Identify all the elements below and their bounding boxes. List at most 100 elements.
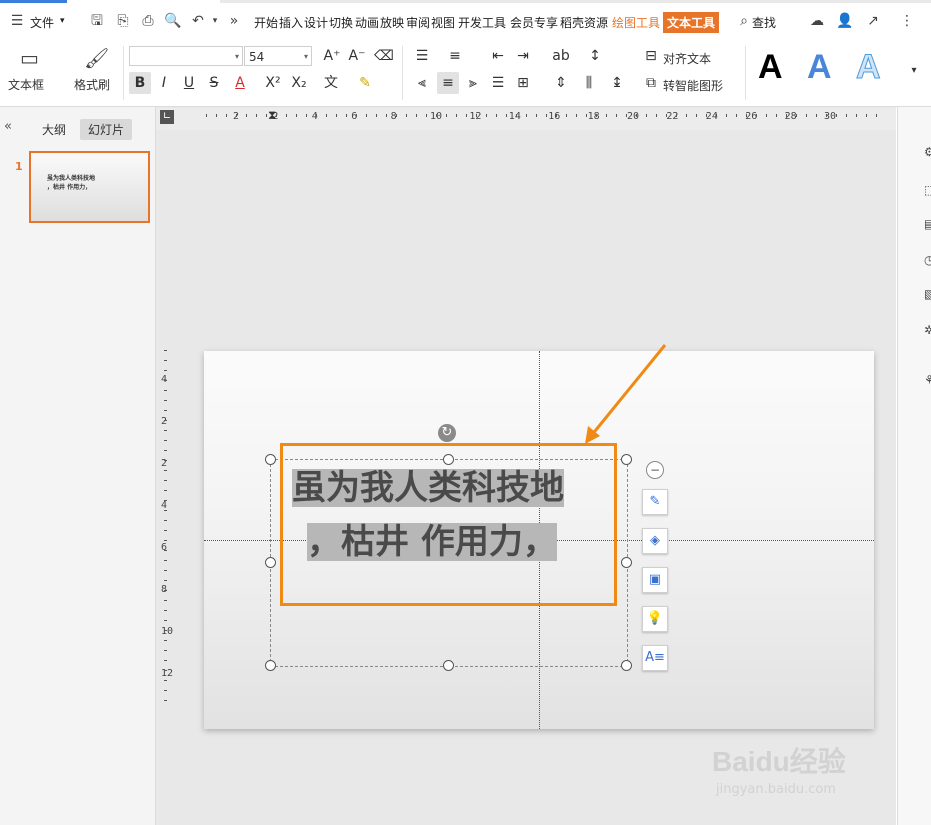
resize-handle-e[interactable] xyxy=(621,557,632,568)
select-icon[interactable]: ⬚ xyxy=(924,183,931,197)
resize-handle-nw[interactable] xyxy=(265,454,276,465)
tab-drawing-tools[interactable]: 绘图工具 xyxy=(612,14,660,31)
text-style-blue-icon[interactable]: A xyxy=(807,48,832,87)
highlight-color-icon[interactable]: ✎ xyxy=(354,72,376,94)
layer-icon[interactable]: ▤ xyxy=(924,217,931,231)
file-menu[interactable]: 文件 xyxy=(30,14,54,31)
resize-handle-se[interactable] xyxy=(621,660,632,671)
bullet-list-icon[interactable]: ☰ xyxy=(411,45,433,67)
line-spacing-icon[interactable]: ↕ xyxy=(584,45,606,67)
collapse-panel-icon[interactable]: « xyxy=(4,119,12,134)
bold-button[interactable]: B xyxy=(129,72,151,94)
hamburger-icon[interactable]: ☰ xyxy=(8,12,26,30)
text-direction-icon[interactable]: ab xyxy=(550,45,572,67)
tab-insert[interactable]: 插入 xyxy=(279,14,303,31)
print-preview-icon[interactable]: 🔍 xyxy=(164,12,182,30)
decrease-indent-icon[interactable]: ⇤ xyxy=(487,45,509,67)
vertical-ruler[interactable]: 4224681012 xyxy=(157,340,177,720)
resize-handle-w[interactable] xyxy=(265,557,276,568)
more-icon[interactable]: » xyxy=(225,12,243,30)
resize-handle-s[interactable] xyxy=(443,660,454,671)
subscript-button[interactable]: X₂ xyxy=(288,72,310,94)
tab-slideshow[interactable]: 放映 xyxy=(380,14,404,31)
columns-icon[interactable]: ⫼ xyxy=(578,72,600,94)
tab-docer[interactable]: 稻壳资源 xyxy=(560,14,608,31)
increase-indent-icon[interactable]: ⇥ xyxy=(512,45,534,67)
rotate-handle-icon[interactable]: ↻ xyxy=(438,424,456,442)
settings-icon[interactable]: ✲ xyxy=(924,323,931,337)
superscript-button[interactable]: X² xyxy=(262,72,284,94)
line-spacing-options-icon[interactable]: ↨ xyxy=(606,72,628,94)
increase-font-icon[interactable]: A⁺ xyxy=(321,45,343,67)
collapse-minus-icon[interactable]: − xyxy=(646,461,664,479)
align-right-icon[interactable]: ⫸ xyxy=(462,72,484,94)
slide-thumbnail[interactable]: 虽为我人类科技地 ，枯井 作用力， xyxy=(29,151,150,223)
align-text-button[interactable]: 对齐文本 xyxy=(663,50,711,67)
font-name-select[interactable]: ▾ xyxy=(129,46,243,66)
undo-icon[interactable]: ↶ xyxy=(189,12,207,30)
chevron-down-icon[interactable]: ▾ xyxy=(60,16,65,26)
format-painter-button[interactable]: 格式刷 xyxy=(74,76,110,93)
font-size-select[interactable]: 54 ▾ xyxy=(244,46,312,66)
justify-icon[interactable]: ☰ xyxy=(487,72,509,94)
phonetic-guide-icon[interactable]: 文 xyxy=(320,72,342,94)
tab-animation[interactable]: 动画 xyxy=(355,14,379,31)
image-icon[interactable]: ▧ xyxy=(924,287,931,301)
distribute-icon[interactable]: ⊞ xyxy=(512,72,534,94)
tab-view[interactable]: 视图 xyxy=(431,14,455,31)
style-gallery-more-icon[interactable]: ▾ xyxy=(903,60,925,82)
align-center-icon[interactable]: ≡ xyxy=(437,72,459,94)
ruler-tick xyxy=(406,114,407,117)
tab-developer[interactable]: 开发工具 xyxy=(458,14,506,31)
tab-stop-icon[interactable]: ∟ xyxy=(160,110,174,124)
indent-marker-icon[interactable]: ⧗ xyxy=(268,108,276,123)
smart-suggest-icon[interactable]: 💡 xyxy=(642,606,668,632)
text-style-outline-icon[interactable]: A xyxy=(856,48,882,87)
font-color-button[interactable]: A xyxy=(229,72,251,94)
text-effects-icon[interactable]: A≡ xyxy=(642,645,668,671)
numbered-list-icon[interactable]: ≡ xyxy=(444,45,466,67)
tab-text-tools[interactable]: 文本工具 xyxy=(663,12,720,33)
resize-handle-sw[interactable] xyxy=(265,660,276,671)
decrease-font-icon[interactable]: A⁻ xyxy=(346,45,368,67)
strikethrough-button[interactable]: S xyxy=(203,72,225,94)
underline-button[interactable]: U xyxy=(178,72,200,94)
slides-panel: « 大纲 幻灯片 1 虽为我人类科技地 ，枯井 作用力， xyxy=(0,107,156,825)
help-icon[interactable]: ⚘ xyxy=(924,373,931,387)
textbox-icon[interactable]: ▭ xyxy=(20,46,39,70)
italic-button[interactable]: I xyxy=(153,72,175,94)
history-icon[interactable]: ◷ xyxy=(924,253,931,267)
text-style-black-icon[interactable]: A xyxy=(758,48,783,87)
paragraph-spacing-icon[interactable]: ⇕ xyxy=(550,72,572,94)
tab-outline[interactable]: 大纲 xyxy=(34,119,74,140)
outline-icon[interactable]: ▣ xyxy=(642,567,668,593)
save-icon[interactable]: 🖫 xyxy=(88,12,106,30)
cloud-icon[interactable]: ☁ xyxy=(808,12,826,30)
search-button[interactable]: 查找 xyxy=(752,14,776,31)
textbox-button[interactable]: 文本框 xyxy=(8,76,44,93)
smart-shape-icon[interactable]: ⧉ xyxy=(640,72,662,94)
align-text-icon[interactable]: ⊟ xyxy=(640,45,662,67)
properties-icon[interactable]: ⚙ xyxy=(924,145,931,159)
horizontal-ruler[interactable]: ∟ 224681012141618202224262830 ⧗ xyxy=(156,108,896,130)
tab-member[interactable]: 会员专享 xyxy=(510,14,558,31)
tab-slides[interactable]: 幻灯片 xyxy=(80,119,133,140)
smart-shape-button[interactable]: 转智能图形 xyxy=(663,77,723,94)
clear-format-icon[interactable]: ⌫ xyxy=(373,45,395,67)
fill-icon[interactable]: ◈ xyxy=(642,528,668,554)
undo-dropdown-icon[interactable]: ▾ xyxy=(206,12,224,30)
shape-style-icon[interactable]: ✎ xyxy=(642,489,668,515)
user-share-icon[interactable]: 👤 xyxy=(836,12,854,30)
export-pdf-icon[interactable]: ⎘ xyxy=(114,12,132,30)
tab-transition[interactable]: 切换 xyxy=(329,14,353,31)
format-painter-icon[interactable]: 🖌 xyxy=(84,46,109,70)
resize-handle-ne[interactable] xyxy=(621,454,632,465)
search-icon[interactable]: ⌕ xyxy=(735,12,753,30)
share-icon[interactable]: ↗ xyxy=(864,12,882,30)
tab-home[interactable]: 开始 xyxy=(254,14,278,31)
print-icon[interactable]: ⎙ xyxy=(139,12,157,30)
tab-design[interactable]: 设计 xyxy=(304,14,328,31)
more-vertical-icon[interactable]: ⋮ xyxy=(898,12,916,30)
tab-review[interactable]: 审阅 xyxy=(406,14,430,31)
align-left-icon[interactable]: ⫷ xyxy=(411,72,433,94)
